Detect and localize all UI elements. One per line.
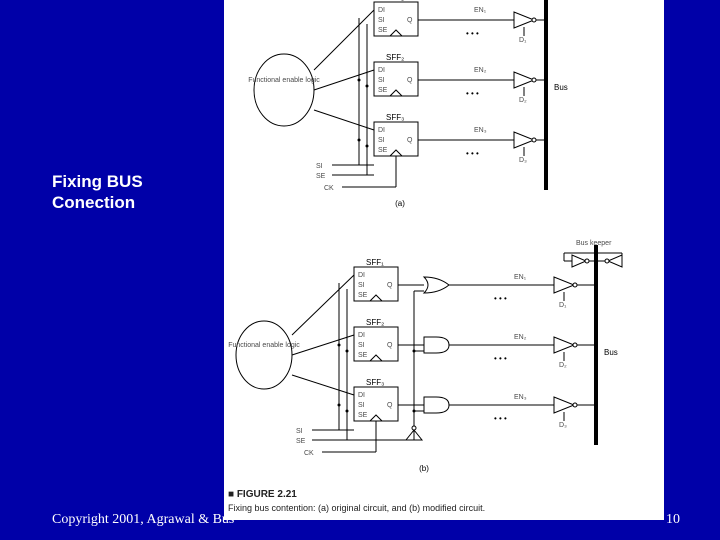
svg-text:SE: SE — [358, 412, 368, 419]
figure-caption-text: Fixing bus contention: (a) original circ… — [228, 503, 485, 513]
svg-text:Q: Q — [407, 17, 413, 24]
sff3-label-b: SFF₃ — [366, 378, 384, 387]
slide-title: Fixing BUS Conection — [52, 171, 143, 214]
title-line-1: Fixing BUS — [52, 171, 143, 192]
title-line-2: Conection — [52, 192, 143, 213]
svg-text:• • •: • • • — [494, 294, 507, 303]
svg-text:DI: DI — [378, 127, 385, 134]
circuit-diagram: Bus Functional enable logic SFF₁ DI SI S… — [224, 0, 664, 500]
svg-text:DI: DI — [378, 67, 385, 74]
d2-label-b: D₂ — [559, 362, 567, 369]
figure-caption: FIGURE 2.21 Fixing bus contention: (a) o… — [228, 488, 485, 514]
figure-number: FIGURE 2.21 — [228, 489, 297, 500]
d3-label-a: D₃ — [519, 157, 527, 164]
svg-text:SE: SE — [378, 87, 388, 94]
svg-text:SI: SI — [296, 428, 303, 435]
footer-copyright: Copyright 2001, Agrawal & Bus — [52, 512, 234, 528]
svg-text:SI: SI — [316, 163, 323, 170]
svg-text:SE: SE — [378, 27, 388, 34]
en3-label-a: EN₃ — [474, 127, 487, 134]
svg-text:SE: SE — [378, 147, 388, 154]
svg-text:Q: Q — [387, 342, 393, 349]
svg-text:SE: SE — [296, 438, 306, 445]
svg-text:DI: DI — [358, 332, 365, 339]
svg-text:• • •: • • • — [466, 89, 479, 98]
bus-keeper-label: Bus keeper — [576, 240, 612, 247]
svg-text:SI: SI — [358, 282, 365, 289]
svg-text:SE: SE — [316, 173, 326, 180]
sff2-label-b: SFF₂ — [366, 318, 384, 327]
sff1-label-b: SFF₁ — [366, 258, 384, 267]
en3-label-b: EN₃ — [514, 394, 527, 401]
svg-text:• • •: • • • — [466, 29, 479, 38]
subfigure-b-label: (b) — [419, 464, 429, 473]
svg-text:SE: SE — [358, 292, 368, 299]
svg-text:Q: Q — [407, 77, 413, 84]
svg-text:SI: SI — [378, 137, 385, 144]
svg-text:SI: SI — [378, 77, 385, 84]
svg-text:SI: SI — [358, 402, 365, 409]
sff2-label-a: SFF₂ — [386, 53, 404, 62]
svg-text:DI: DI — [378, 7, 385, 14]
svg-text:• • •: • • • — [466, 149, 479, 158]
d3-label-b: D₃ — [559, 422, 567, 429]
figure-container: Bus Functional enable logic SFF₁ DI SI S… — [224, 0, 664, 520]
svg-text:Q: Q — [407, 137, 413, 144]
subfigure-a-label: (a) — [395, 199, 405, 208]
bus-label-a: Bus — [554, 83, 568, 92]
svg-text:SE: SE — [358, 352, 368, 359]
page-number: 10 — [666, 512, 680, 528]
svg-text:SI: SI — [358, 342, 365, 349]
svg-text:SI: SI — [378, 17, 385, 24]
svg-text:• • •: • • • — [494, 414, 507, 423]
d1-label-b: D₁ — [559, 302, 567, 309]
sff3-label-a: SFF₃ — [386, 113, 404, 122]
en2-label-b: EN₂ — [514, 334, 527, 341]
en1-label-a: EN₁ — [474, 7, 487, 14]
svg-text:Q: Q — [387, 402, 393, 409]
d2-label-a: D₂ — [519, 97, 527, 104]
svg-text:Q: Q — [387, 282, 393, 289]
d1-label-a: D₁ — [519, 37, 527, 44]
svg-text:DI: DI — [358, 392, 365, 399]
svg-text:DI: DI — [358, 272, 365, 279]
block-functional-enable-logic-b: Functional enable logic — [228, 342, 300, 349]
svg-text:• • •: • • • — [494, 354, 507, 363]
bus-label-b: Bus — [604, 348, 618, 357]
en1-label-b: EN₁ — [514, 274, 527, 281]
block-functional-enable-logic-a1: Functional enable logic — [248, 77, 320, 84]
svg-text:CK: CK — [304, 450, 314, 457]
svg-text:CK: CK — [324, 185, 334, 192]
en2-label-a: EN₂ — [474, 67, 487, 74]
